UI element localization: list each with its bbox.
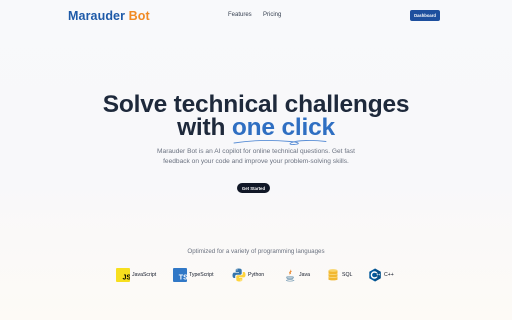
nav-link-pricing[interactable]: Pricing: [263, 12, 281, 18]
language-label: SQL: [342, 272, 353, 278]
hero-title-accent: one click: [231, 114, 335, 141]
logo[interactable]: Marauder Bot: [68, 9, 150, 23]
svg-text:JS: JS: [123, 275, 131, 282]
language-item-cpp: ++ C++: [368, 267, 394, 283]
javascript-icon: JS: [116, 268, 130, 282]
java-icon: [285, 268, 295, 282]
python-icon: [232, 268, 246, 282]
hero-subtitle-line1: Marauder Bot is an AI copilot for online…: [157, 148, 355, 155]
typescript-icon: TS: [173, 268, 187, 282]
language-label: Python: [248, 272, 265, 278]
svg-text:++: ++: [376, 273, 380, 277]
language-label: TypeScript: [189, 272, 214, 278]
language-label: C++: [384, 272, 394, 278]
get-started-button[interactable]: Get Started: [237, 183, 270, 193]
sql-icon: [328, 269, 338, 281]
language-item-python: Python: [232, 267, 264, 283]
language-item-sql: SQL: [326, 267, 352, 283]
logo-text-marauder: Marauder: [68, 9, 126, 23]
hero-subtitle-line2: feedback on your code and improve your p…: [163, 157, 349, 165]
accent-underline-squiggle: [233, 139, 327, 145]
dashboard-button[interactable]: Dashboard: [410, 10, 440, 21]
nav-link-features[interactable]: Features: [228, 12, 252, 18]
hero-title-prefix: with: [177, 114, 226, 141]
language-item-javascript: JS JavaScript: [116, 267, 156, 283]
language-label: JavaScript: [132, 272, 157, 278]
language-item-java: Java: [283, 267, 310, 283]
language-item-typescript: TS TypeScript: [173, 267, 214, 283]
top-navbar: Marauder Bot Features Pricing Dashboard: [0, 0, 512, 32]
language-label: Java: [299, 272, 310, 278]
svg-text:TS: TS: [179, 275, 187, 282]
cpp-icon: ++: [369, 268, 381, 282]
languages-heading: Optimized for a variety of programming l…: [187, 248, 325, 255]
logo-text-bot: Bot: [128, 9, 150, 23]
